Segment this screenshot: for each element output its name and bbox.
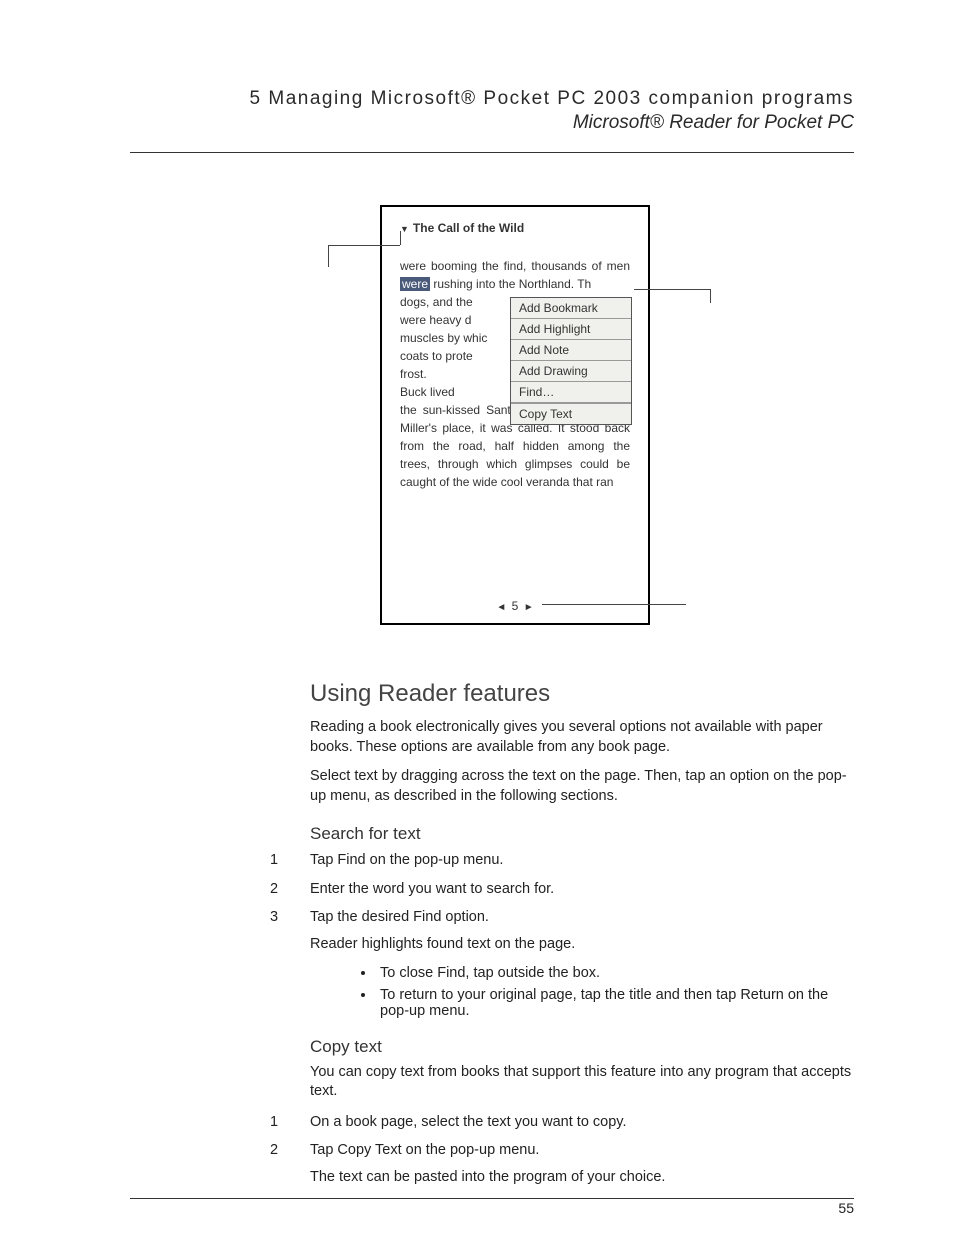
para: You can copy text from books that suppor… (310, 1063, 854, 1102)
next-page-icon[interactable]: ► (524, 602, 534, 613)
list-item: 2Tap Copy Text on the pop-up menu. (310, 1140, 854, 1160)
list-item: 2Enter the word you want to search for. (310, 879, 854, 899)
page-navigator[interactable]: ◄ 5 ► (382, 599, 648, 613)
body-content: Using Reader features Reading a book ele… (310, 680, 854, 1198)
reader-screenshot: ▼The Call of the Wild were booming the f… (380, 205, 650, 625)
page-number: 55 (838, 1200, 854, 1216)
current-page-number: 5 (512, 599, 519, 613)
popup-add-drawing[interactable]: Add Drawing (511, 361, 631, 382)
book-title[interactable]: ▼The Call of the Wild (400, 221, 630, 235)
selected-text[interactable]: were (400, 277, 430, 291)
popup-copy-text[interactable]: Copy Text (511, 403, 631, 424)
list-item: 1Tap Find on the pop-up menu. (310, 850, 854, 870)
para: Reading a book electronically gives you … (310, 718, 854, 757)
section-title: Microsoft® Reader for Pocket PC (130, 112, 854, 134)
dropdown-icon: ▼ (400, 224, 409, 234)
prev-page-icon[interactable]: ◄ (496, 602, 506, 613)
popup-add-note[interactable]: Add Note (511, 340, 631, 361)
heading-search: Search for text (310, 824, 854, 844)
popup-add-bookmark[interactable]: Add Bookmark (511, 298, 631, 319)
footer-divider (130, 1198, 854, 1199)
popup-find[interactable]: Find… (511, 382, 631, 403)
chapter-title: 5 Managing Microsoft® Pocket PC 2003 com… (130, 88, 854, 110)
list-item: 1On a book page, select the text you wan… (310, 1112, 854, 1132)
popup-add-highlight[interactable]: Add Highlight (511, 319, 631, 340)
bullet-item: To return to your original page, tap the… (376, 987, 854, 1019)
list-item: 3Tap the desired Find option. (310, 907, 854, 927)
bullet-list: To close Find, tap outside the box. To r… (336, 965, 854, 1019)
para: The text can be pasted into the program … (310, 1168, 854, 1188)
para: Select text by dragging across the text … (310, 767, 854, 806)
bullet-item: To close Find, tap outside the box. (376, 965, 854, 981)
header-divider (130, 152, 854, 153)
context-popup-menu: Add Bookmark Add Highlight Add Note Add … (510, 297, 632, 425)
page-header: 5 Managing Microsoft® Pocket PC 2003 com… (130, 88, 854, 134)
para: Reader highlights found text on the page… (310, 935, 854, 955)
heading-using-reader: Using Reader features (310, 680, 854, 708)
heading-copy: Copy text (310, 1037, 854, 1057)
